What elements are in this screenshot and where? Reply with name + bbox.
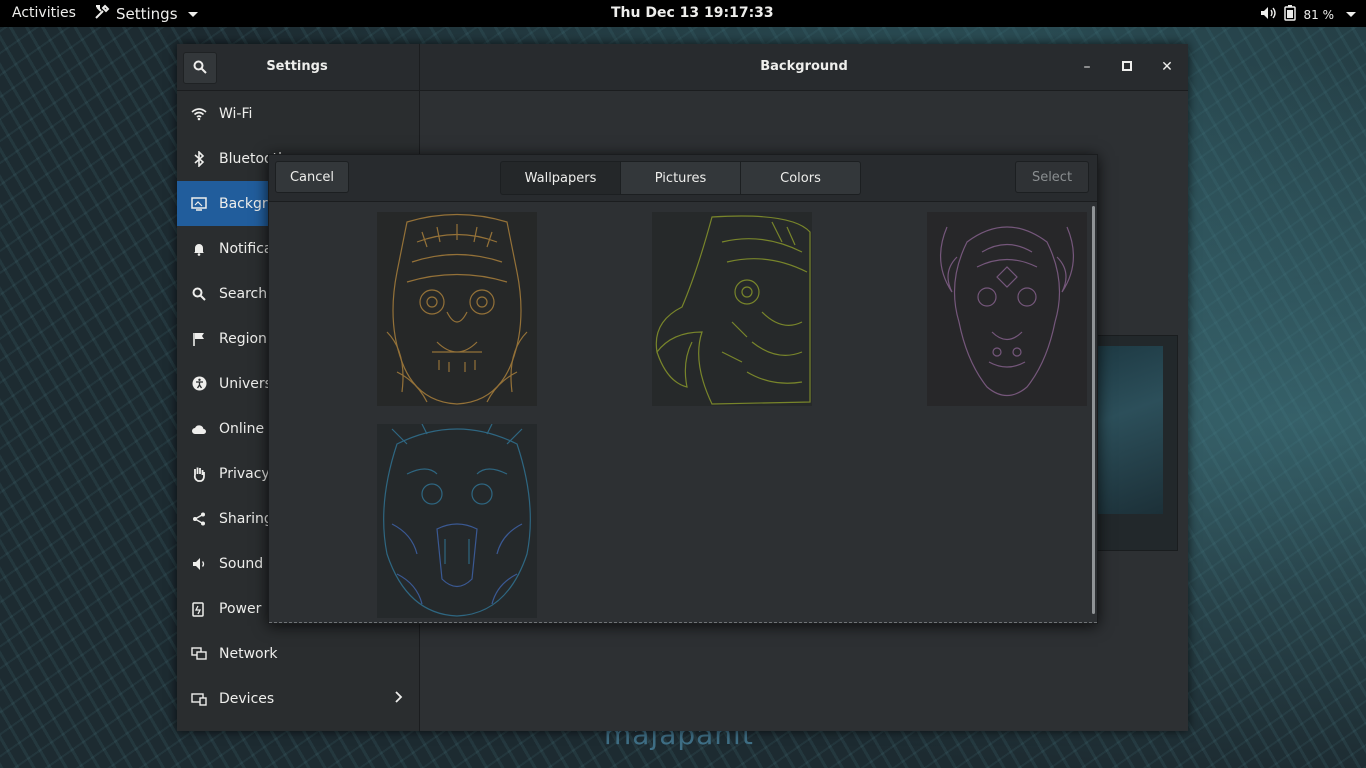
bison-illustration: [927, 212, 1087, 406]
sidebar-item-label: Network: [219, 645, 278, 662]
wallpaper-grid: [269, 202, 1097, 623]
sidebar-item-label: Devices: [219, 690, 275, 707]
sidebar-item-label: Privacy: [219, 465, 270, 482]
close-button[interactable]: ✕: [1156, 56, 1178, 78]
preview-image: [1097, 346, 1163, 514]
source-switcher: Wallpapers Pictures Colors: [500, 161, 861, 195]
power-icon: [191, 601, 207, 617]
tab-colors[interactable]: Colors: [740, 161, 861, 195]
chevron-right-icon: [395, 690, 403, 707]
close-icon: ✕: [1161, 59, 1173, 75]
search-icon: [193, 59, 207, 78]
scrollbar[interactable]: [1092, 206, 1095, 614]
sidebar-item-label: Wi-Fi: [219, 105, 253, 122]
eagle-illustration: [652, 212, 812, 406]
sidebar-header: Settings: [177, 44, 420, 90]
lock-screen-preview[interactable]: [1096, 335, 1178, 551]
sidebar-item-label: Sharing: [219, 510, 273, 527]
minimize-button[interactable]: –: [1076, 56, 1098, 78]
battery-icon: [1283, 5, 1296, 24]
minimize-icon: –: [1083, 59, 1091, 75]
chevron-down-icon: [1346, 12, 1356, 17]
tools-icon: [94, 4, 110, 24]
window-controls: – ✕: [1076, 56, 1178, 78]
accessibility-icon: [191, 376, 207, 392]
bluetooth-icon: [191, 150, 207, 167]
devices-icon: [191, 691, 207, 707]
select-button[interactable]: Select: [1015, 161, 1089, 193]
sidebar-item-label: Sound: [219, 555, 264, 572]
tab-pictures[interactable]: Pictures: [620, 161, 741, 195]
wallpaper-thumbnail-eagle[interactable]: [652, 212, 812, 406]
dialog-header: Cancel Wallpapers Pictures Colors Select: [269, 155, 1097, 202]
hand-icon: [191, 466, 207, 482]
search-button[interactable]: [183, 52, 217, 84]
window-header: Settings Background – ✕: [177, 44, 1188, 91]
wallpaper-thumbnail-tiger[interactable]: [377, 424, 537, 618]
sidebar-item-label: Search: [219, 285, 268, 302]
maximize-icon: [1122, 59, 1132, 75]
sidebar-item-label: Power: [219, 600, 262, 617]
wallpaper-thumbnail-bison[interactable]: [927, 212, 1087, 406]
clock[interactable]: Thu Dec 13 19:17:33: [611, 5, 774, 21]
bell-icon: [191, 241, 207, 257]
app-menu[interactable]: Settings: [94, 4, 198, 24]
sidebar-item-devices[interactable]: Devices: [177, 676, 419, 721]
app-menu-label: Settings: [116, 5, 178, 23]
activities-button[interactable]: Activities: [12, 5, 76, 21]
sidebar-item-network[interactable]: Network: [177, 631, 419, 676]
search-icon: [191, 286, 207, 302]
cloud-icon: [191, 421, 207, 437]
tiger-illustration: [377, 424, 537, 618]
window-title: Background: [760, 59, 848, 74]
background-icon: [191, 196, 207, 212]
speaker-icon: [191, 556, 207, 572]
background-chooser-dialog: Cancel Wallpapers Pictures Colors Select: [268, 154, 1098, 624]
lion-mask-illustration: [377, 212, 537, 406]
wallpaper-thumbnail-lion[interactable]: [377, 212, 537, 406]
wifi-icon: [191, 106, 207, 122]
network-icon: [191, 646, 207, 662]
chevron-down-icon: [187, 11, 198, 17]
tab-wallpapers[interactable]: Wallpapers: [500, 161, 621, 195]
battery-percent: 81 %: [1303, 7, 1335, 22]
flag-icon: [191, 331, 207, 347]
cancel-button[interactable]: Cancel: [275, 161, 349, 193]
status-menu[interactable]: 81 %: [1260, 5, 1356, 24]
volume-icon: [1260, 6, 1276, 23]
sidebar-item-wifi[interactable]: Wi-Fi: [177, 91, 419, 136]
maximize-button[interactable]: [1116, 56, 1138, 78]
top-bar: Activities Settings Thu Dec 13 19:17:33 …: [0, 0, 1366, 27]
share-icon: [191, 511, 207, 527]
sidebar-title: Settings: [266, 59, 328, 74]
